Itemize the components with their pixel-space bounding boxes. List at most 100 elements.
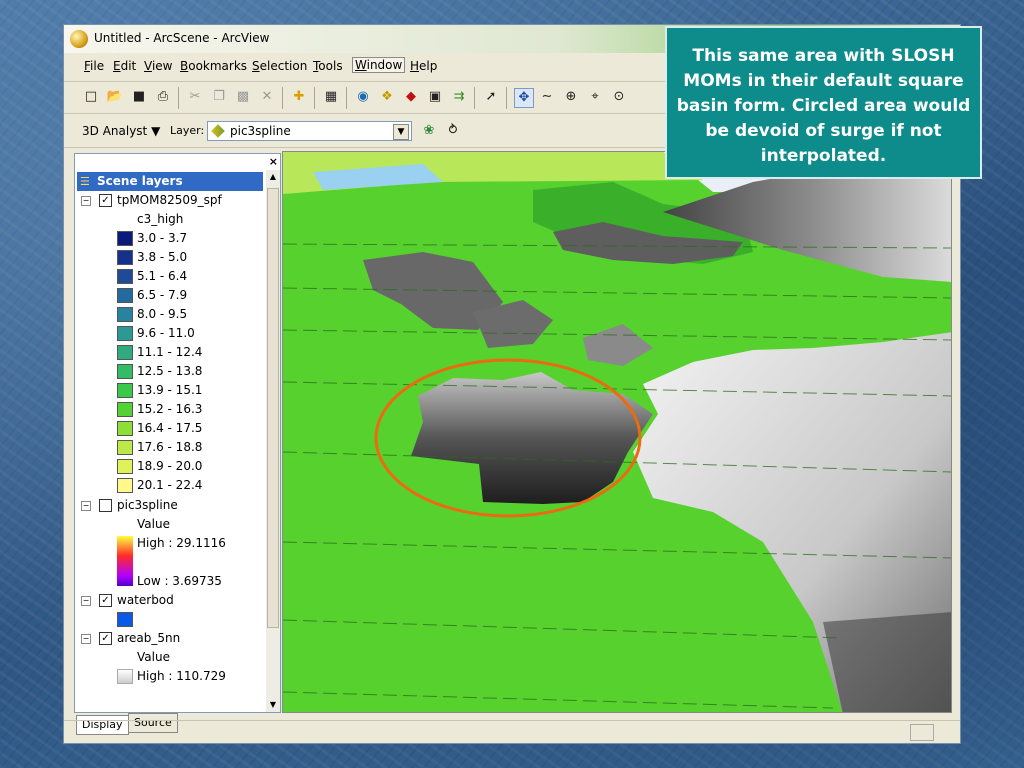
table-of-contents: × ☰ Scene layers − ✓ tpMOM82509_spf c3_h… xyxy=(74,153,281,713)
scene-properties-icon[interactable]: ❖ xyxy=(378,88,396,106)
raster-layer-icon xyxy=(211,124,225,138)
class-swatch xyxy=(117,326,133,341)
layers-icon: ☰ xyxy=(80,175,90,188)
toolbar-separator xyxy=(474,87,475,109)
paste-icon[interactable]: ▩ xyxy=(234,88,252,106)
layer-list: ☰ Scene layers − ✓ tpMOM82509_spf c3_hig… xyxy=(75,170,265,712)
globe-tool-icon[interactable]: ◉ xyxy=(354,88,372,106)
class-swatch xyxy=(117,383,133,398)
layer-row-waterbod[interactable]: − ✓ waterbod xyxy=(75,591,265,610)
layer-row-pic3spline[interactable]: − pic3spline xyxy=(75,496,265,515)
grayscale-ramp xyxy=(117,669,133,684)
window-title: Untitled - ArcScene - ArcView xyxy=(94,31,270,45)
class-label: 18.9 - 20.0 xyxy=(137,459,203,473)
layer-name: tpMOM82509_spf xyxy=(117,193,222,207)
class-label: 13.9 - 15.1 xyxy=(137,383,203,397)
whats-this-icon[interactable]: ➚ xyxy=(482,88,500,106)
water-swatch xyxy=(117,612,133,627)
menu-file[interactable]: File xyxy=(84,59,104,73)
navigate-icon[interactable]: ✥ xyxy=(514,88,534,108)
menu-help[interactable]: Help xyxy=(410,59,437,73)
cut-icon[interactable]: ✂ xyxy=(186,88,204,106)
collapse-icon[interactable]: − xyxy=(81,501,91,511)
class-label: 6.5 - 7.9 xyxy=(137,288,188,302)
callout-text: This same area with SLOSH MOMs in their … xyxy=(676,46,971,166)
menu-edit[interactable]: Edit xyxy=(113,59,136,73)
save-icon[interactable]: ■ xyxy=(130,88,148,106)
layer-visibility-checkbox[interactable]: ✓ xyxy=(99,594,112,607)
layer-row-tpmom[interactable]: − ✓ tpMOM82509_spf xyxy=(75,191,265,210)
ramp-low-label: Low : 3.69735 xyxy=(137,574,222,588)
class-label: 11.1 - 12.4 xyxy=(137,345,203,359)
layer-select-value: pic3spline xyxy=(230,124,291,138)
delete-icon[interactable]: ✕ xyxy=(258,88,276,106)
scene-layers-row[interactable]: ☰ Scene layers xyxy=(77,172,263,191)
class-swatch xyxy=(117,478,133,493)
new-document-icon[interactable]: □ xyxy=(82,88,100,106)
class-swatch xyxy=(117,307,133,322)
class-swatch xyxy=(117,459,133,474)
status-panel xyxy=(910,724,934,741)
field-label: c3_high xyxy=(137,212,184,226)
menu-selection[interactable]: Selection xyxy=(252,59,307,73)
class-swatch xyxy=(117,269,133,284)
close-icon[interactable]: × xyxy=(269,155,278,168)
zoom-in-out-icon[interactable]: ⊕ xyxy=(562,88,580,106)
scroll-thumb[interactable] xyxy=(267,188,279,628)
calculator-icon[interactable]: ▦ xyxy=(322,88,340,106)
class-label: 9.6 - 11.0 xyxy=(137,326,195,340)
toolbar-separator xyxy=(506,87,507,109)
collapse-icon[interactable]: − xyxy=(81,196,91,206)
fly-icon[interactable]: ∼ xyxy=(538,88,556,106)
status-bar xyxy=(64,720,960,743)
open-folder-icon[interactable]: 📂 xyxy=(106,88,124,106)
print-icon[interactable]: ⎙ xyxy=(154,88,172,106)
menu-window[interactable]: Window xyxy=(352,57,406,73)
layer-visibility-checkbox[interactable] xyxy=(99,499,112,512)
zoom-to-target-icon[interactable]: ⊙ xyxy=(610,88,628,106)
model-builder-icon[interactable]: ⇉ xyxy=(450,88,468,106)
toc-scrollbar[interactable]: ▲ ▼ xyxy=(266,170,280,712)
annotation-callout: This same area with SLOSH MOMs in their … xyxy=(665,26,982,179)
collapse-icon[interactable]: − xyxy=(81,634,91,644)
class-label: 3.0 - 3.7 xyxy=(137,231,188,245)
color-ramp xyxy=(117,536,133,586)
class-swatch xyxy=(117,288,133,303)
toolbar-separator xyxy=(282,87,283,109)
window-icon[interactable]: ▣ xyxy=(426,88,444,106)
chevron-down-icon[interactable]: ▼ xyxy=(393,124,409,140)
steepest-path-icon[interactable]: ⥁ xyxy=(444,122,462,140)
class-swatch xyxy=(117,345,133,360)
layer-visibility-checkbox[interactable]: ✓ xyxy=(99,194,112,207)
class-swatch xyxy=(117,364,133,379)
value-label: Value xyxy=(137,517,170,531)
globe-icon xyxy=(70,30,88,48)
scroll-down-icon[interactable]: ▼ xyxy=(266,698,280,712)
layer-name: pic3spline xyxy=(117,498,178,512)
menu-bookmarks[interactable]: Bookmarks xyxy=(180,59,247,73)
collapse-icon[interactable]: − xyxy=(81,596,91,606)
class-label: 15.2 - 16.3 xyxy=(137,402,203,416)
toolbar-separator xyxy=(314,87,315,109)
ramp-high-label: High : 29.1116 xyxy=(137,536,226,550)
class-swatch xyxy=(117,402,133,417)
center-on-target-icon[interactable]: ⌖ xyxy=(586,88,604,106)
toolbar-separator xyxy=(346,87,347,109)
3d-scene-view[interactable] xyxy=(282,151,952,713)
layer-row-areab[interactable]: − ✓ areab_5nn xyxy=(75,629,265,648)
layer-select[interactable]: pic3spline ▼ xyxy=(207,121,412,141)
add-data-icon[interactable]: ✚ xyxy=(290,88,308,106)
3d-analyst-dropdown[interactable]: 3D Analyst ▼ xyxy=(82,124,160,138)
copy-icon[interactable]: ❐ xyxy=(210,88,228,106)
contour-icon[interactable]: ❀ xyxy=(420,122,438,140)
layer-name: waterbod xyxy=(117,593,174,607)
ramp-high-label: High : 110.729 xyxy=(137,669,226,683)
class-label: 20.1 - 22.4 xyxy=(137,478,203,492)
menu-view[interactable]: View xyxy=(144,59,172,73)
scroll-up-icon[interactable]: ▲ xyxy=(266,170,280,184)
class-label: 8.0 - 9.5 xyxy=(137,307,188,321)
class-label: 5.1 - 6.4 xyxy=(137,269,188,283)
layer-visibility-checkbox[interactable]: ✓ xyxy=(99,632,112,645)
toolbox-icon[interactable]: ◆ xyxy=(402,88,420,106)
menu-tools[interactable]: Tools xyxy=(313,59,343,73)
